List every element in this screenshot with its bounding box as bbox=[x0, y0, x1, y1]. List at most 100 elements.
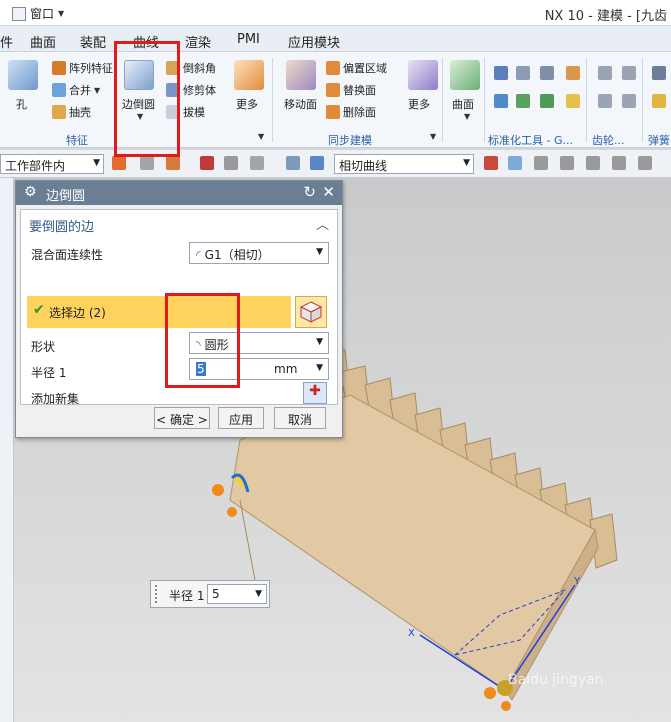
delete-face-button[interactable]: 删除面 bbox=[326, 104, 376, 120]
curve-rule-dropdown[interactable]: 相切曲线 ▼ bbox=[334, 154, 474, 174]
select-edge-row[interactable]: ✔ 选择边 (2) bbox=[27, 296, 291, 328]
snap-icon[interactable] bbox=[484, 156, 498, 170]
gear-tool-icon[interactable] bbox=[622, 94, 636, 108]
spring-tool-icon[interactable] bbox=[652, 94, 666, 108]
snap-icon[interactable] bbox=[534, 156, 548, 170]
offset-region-label: 偏置区域 bbox=[343, 62, 387, 75]
offset-region-icon bbox=[326, 61, 340, 75]
gear-icon[interactable]: ⚙ bbox=[24, 184, 37, 200]
surface-label[interactable]: 曲面 bbox=[452, 96, 474, 112]
scope-filter-dropdown[interactable]: 工作部件内 ▼ bbox=[0, 154, 104, 174]
add-set-icon: ✚ bbox=[309, 383, 321, 399]
check-icon: ✔ bbox=[33, 302, 45, 318]
filter-icon[interactable] bbox=[140, 156, 154, 170]
unite-button[interactable]: 合并 ▼ bbox=[52, 82, 100, 98]
window-menu[interactable]: 窗口 ▼ bbox=[12, 5, 64, 22]
tab-edge-fragment[interactable]: 件 bbox=[0, 32, 13, 51]
gear-tool-icon[interactable] bbox=[598, 94, 612, 108]
view-icon[interactable] bbox=[286, 156, 300, 170]
cube-select-button[interactable] bbox=[295, 296, 327, 328]
filter-icon[interactable] bbox=[112, 156, 126, 170]
chevron-down-icon[interactable]: ▼ bbox=[430, 132, 436, 141]
std-tool-icon[interactable] bbox=[540, 94, 554, 108]
shell-button[interactable]: 抽壳 bbox=[52, 104, 91, 120]
tab-surface[interactable]: 曲面 bbox=[30, 32, 56, 51]
gear-group-label: 齿轮... bbox=[592, 134, 625, 147]
more-feature-icon[interactable] bbox=[234, 60, 264, 90]
delete-face-icon bbox=[326, 105, 340, 119]
title-bar: 窗口 ▼ NX 10 - 建模 - [九齿 bbox=[0, 0, 671, 26]
select-edge-label: 选择边 (2) bbox=[49, 306, 106, 320]
cube-icon bbox=[299, 301, 323, 323]
radius-label: 半径 1 bbox=[31, 366, 67, 380]
reset-icon[interactable]: ↻ bbox=[303, 183, 316, 201]
continuity-dropdown[interactable]: ◜ G1（相切） ▼ bbox=[189, 242, 329, 264]
chevron-down-icon: ▼ bbox=[255, 589, 262, 599]
more-sync-icon[interactable] bbox=[408, 60, 438, 90]
chevron-up-icon[interactable]: ︿ bbox=[316, 214, 329, 233]
add-set-button[interactable]: ✚ bbox=[303, 382, 327, 404]
chevron-down-icon[interactable]: ▼ bbox=[464, 112, 470, 121]
std-tool-icon[interactable] bbox=[516, 66, 530, 80]
box-select-icon[interactable] bbox=[250, 156, 264, 170]
callout-label: 半径 1 bbox=[169, 589, 205, 603]
std-tool-icon[interactable] bbox=[494, 94, 508, 108]
gear-tool-icon[interactable] bbox=[622, 66, 636, 80]
tab-render[interactable]: 渲染 bbox=[185, 32, 211, 51]
std-tool-icon[interactable] bbox=[494, 66, 508, 80]
close-icon[interactable]: ✕ bbox=[322, 183, 335, 201]
chamfer-label: 倒斜角 bbox=[183, 62, 216, 75]
offset-region-button[interactable]: 偏置区域 bbox=[326, 60, 387, 76]
radius-callout[interactable]: 半径 1 5 ▼ bbox=[150, 580, 270, 608]
continuity-value: G1（相切） bbox=[204, 248, 270, 262]
ok-button[interactable]: < 确定 > bbox=[154, 407, 210, 429]
replace-face-button[interactable]: 替换面 bbox=[326, 82, 376, 98]
snap-icon[interactable] bbox=[224, 156, 238, 170]
select-icon[interactable] bbox=[166, 156, 180, 170]
callout-value-field[interactable]: 5 ▼ bbox=[207, 584, 267, 604]
spring-tool-icon[interactable] bbox=[652, 66, 666, 80]
hole-icon[interactable] bbox=[8, 60, 38, 90]
unite-icon bbox=[52, 83, 66, 97]
replace-face-label: 替换面 bbox=[343, 84, 376, 97]
more-feature-label[interactable]: 更多 bbox=[236, 96, 258, 112]
hole-label[interactable]: 孔 bbox=[16, 96, 27, 112]
snap-icon[interactable] bbox=[200, 156, 214, 170]
snap-icon[interactable] bbox=[612, 156, 626, 170]
cube-icon[interactable] bbox=[310, 156, 324, 170]
trim-body-label: 修剪体 bbox=[183, 84, 216, 97]
cancel-button[interactable]: 取消 bbox=[274, 407, 326, 429]
gear-tool-icon[interactable] bbox=[598, 66, 612, 80]
array-feature-button[interactable]: 阵列特征 bbox=[52, 60, 113, 76]
std-tool-icon[interactable] bbox=[540, 66, 554, 80]
window-menu-label: 窗口 bbox=[30, 7, 55, 21]
snap-icon[interactable] bbox=[638, 156, 652, 170]
more-sync-label[interactable]: 更多 bbox=[408, 96, 430, 112]
snap-icon[interactable] bbox=[560, 156, 574, 170]
ribbon: 孔 阵列特征 合并 ▼ 抽壳 边倒圆 ▼ 倒斜角 修剪体 拔模 更多 ▼ 特征 移… bbox=[0, 52, 671, 148]
dialog-header[interactable]: ⚙ 边倒圆 ↻ ✕ bbox=[16, 181, 342, 205]
y-axis-label: Y bbox=[574, 576, 581, 587]
draft-label: 拔模 bbox=[183, 106, 205, 119]
std-tool-icon[interactable] bbox=[566, 66, 580, 80]
move-face-label[interactable]: 移动面 bbox=[284, 96, 317, 112]
move-face-icon[interactable] bbox=[286, 60, 316, 90]
std-tool-icon[interactable] bbox=[566, 94, 580, 108]
surface-icon[interactable] bbox=[450, 60, 480, 90]
unite-label: 合并 bbox=[69, 84, 91, 97]
snap-icon[interactable] bbox=[586, 156, 600, 170]
chevron-down-icon: ▼ bbox=[463, 158, 470, 168]
chevron-down-icon: ▼ bbox=[93, 158, 100, 168]
ribbon-separator bbox=[642, 58, 643, 142]
array-label: 阵列特征 bbox=[69, 62, 113, 75]
drag-handle-icon[interactable] bbox=[155, 585, 159, 603]
snap-icon[interactable] bbox=[508, 156, 522, 170]
chevron-down-icon[interactable]: ▼ bbox=[258, 132, 264, 141]
tab-pmi[interactable]: PMI bbox=[237, 32, 260, 47]
chevron-down-icon: ▼ bbox=[316, 337, 323, 347]
std-tool-icon[interactable] bbox=[516, 94, 530, 108]
tab-assembly[interactable]: 装配 bbox=[80, 32, 106, 51]
tab-applications[interactable]: 应用模块 bbox=[288, 32, 340, 51]
highlight-box-edge-blend bbox=[114, 41, 180, 157]
apply-button[interactable]: 应用 bbox=[218, 407, 264, 429]
